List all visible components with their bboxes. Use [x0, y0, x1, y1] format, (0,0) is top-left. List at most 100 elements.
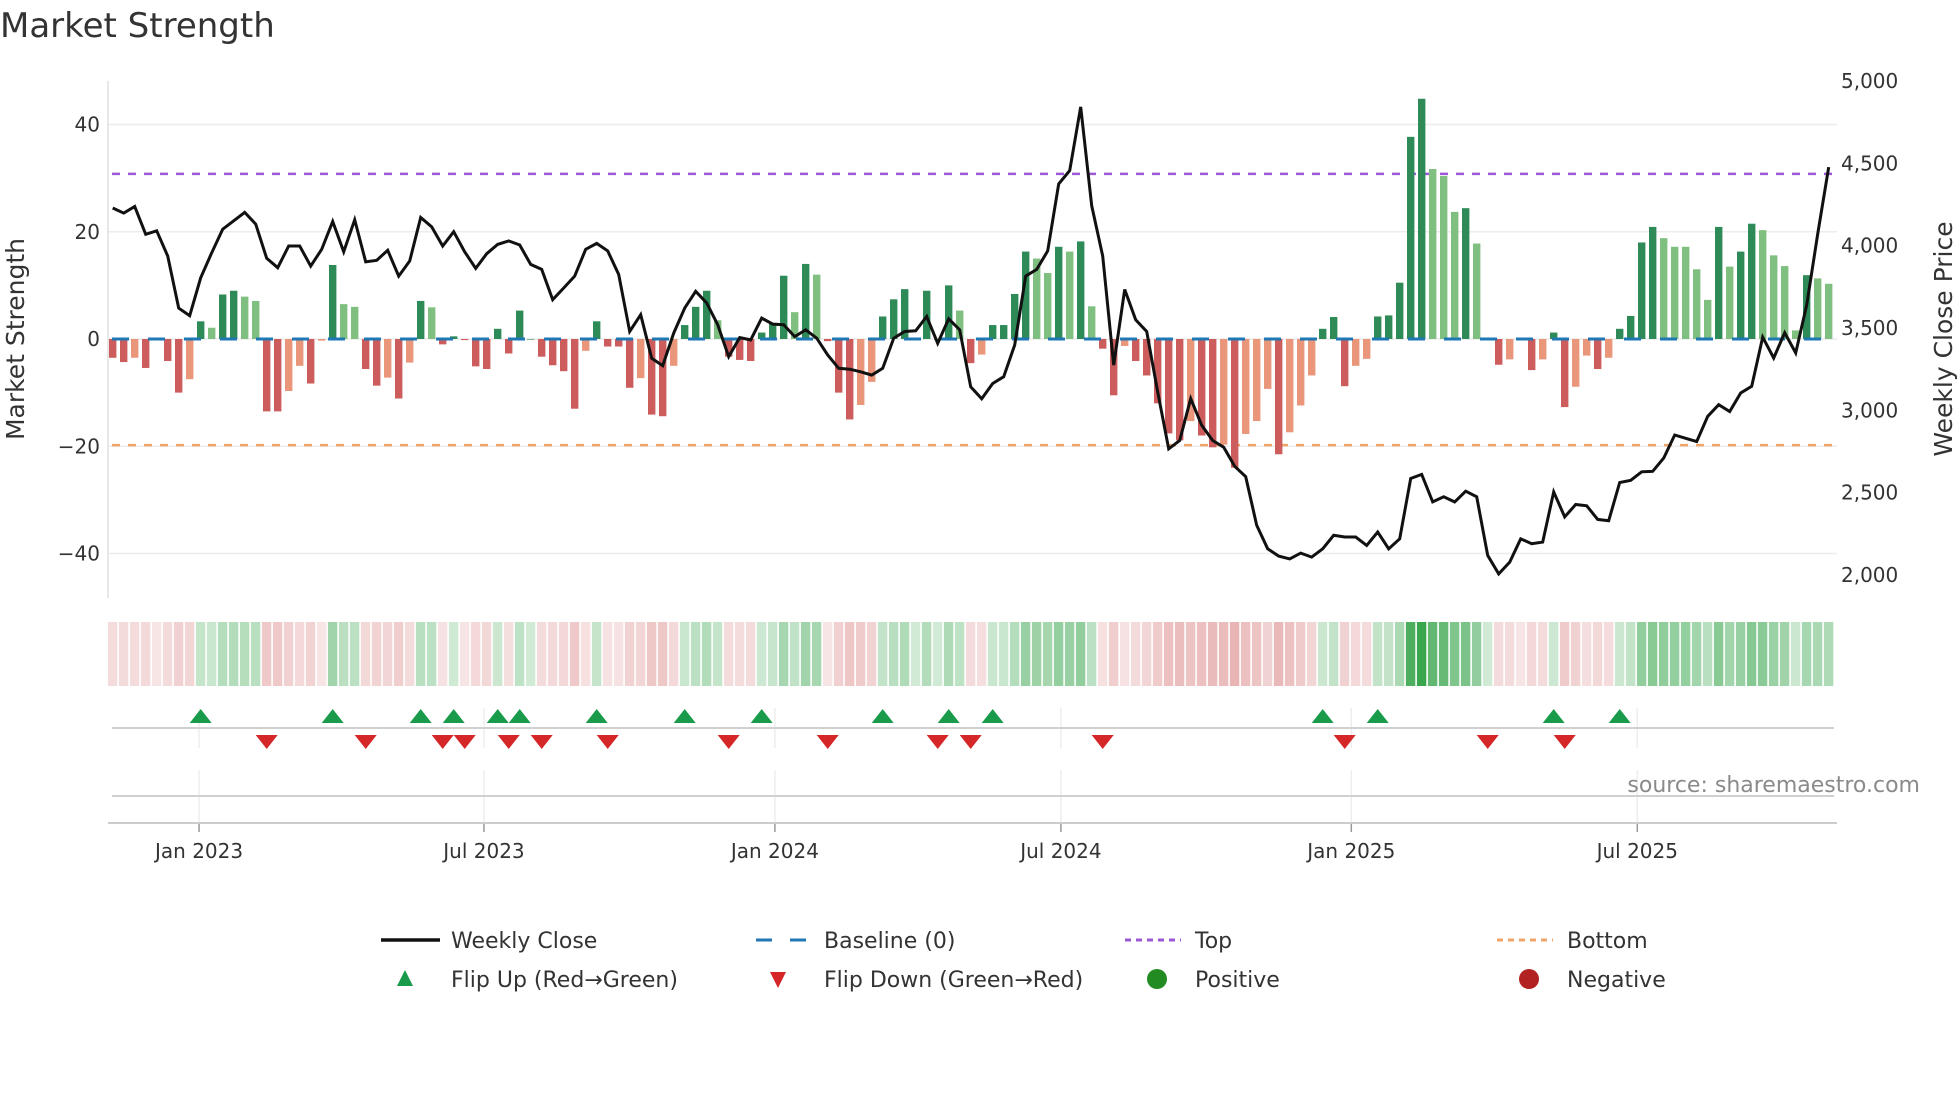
strength-bar	[1319, 328, 1327, 339]
strength-bar	[1231, 339, 1239, 468]
legend-item: Top	[1125, 929, 1232, 954]
strength-bar	[230, 290, 238, 339]
legend-item: Flip Up (Red→Green)	[397, 968, 678, 993]
heatmap-cell	[1702, 622, 1713, 686]
strength-bar	[472, 339, 480, 367]
heatmap-cell	[1658, 622, 1669, 686]
heatmap-cell	[1482, 622, 1493, 686]
heatmap-cell	[305, 622, 316, 686]
heatmap-cell	[877, 622, 888, 686]
legend-item: Positive	[1147, 968, 1280, 993]
heatmap-cell	[1592, 622, 1603, 686]
heatmap-cell	[1031, 622, 1042, 686]
heatmap-cell	[360, 622, 371, 686]
right-tick-label: 2,000	[1841, 563, 1898, 587]
strength-bar	[164, 339, 172, 361]
strength-bar	[945, 285, 953, 339]
strength-bar	[527, 339, 535, 340]
heatmap-cell	[470, 622, 481, 686]
legend-triangle-down-icon	[770, 972, 786, 988]
strength-bar	[681, 325, 689, 339]
strength-bar	[1209, 339, 1217, 448]
heatmap-cell	[1757, 622, 1768, 686]
heatmap-cell	[635, 622, 646, 686]
heatmap-cell	[1097, 622, 1108, 686]
heatmap-cell	[437, 622, 448, 686]
heatmap-cell	[998, 622, 1009, 686]
flip-up-marker	[321, 709, 344, 723]
strength-bar	[1418, 98, 1426, 339]
heatmap-cell	[723, 622, 734, 686]
heatmap-cell	[514, 622, 525, 686]
strength-bar	[692, 306, 700, 339]
heatmap-cell	[1768, 622, 1779, 686]
strength-bar	[208, 327, 216, 339]
heatmap-cell	[1493, 622, 1504, 686]
strength-bar	[318, 339, 326, 341]
strength-bar	[131, 339, 139, 358]
heatmap-cell	[492, 622, 503, 686]
heatmap-cell	[283, 622, 294, 686]
heatmap-cell	[1427, 622, 1438, 686]
heatmap-cell	[1009, 622, 1020, 686]
source-label: source: sharemaestro.com	[1627, 773, 1920, 798]
legend-label: Weekly Close	[451, 929, 597, 954]
x-tick-label: Jan 2023	[153, 839, 243, 863]
heatmap-cell	[899, 622, 910, 686]
strength-bar	[384, 339, 392, 378]
left-tick-label: 20	[75, 220, 100, 244]
legend-label: Positive	[1195, 968, 1280, 993]
heatmap-cell	[1075, 622, 1086, 686]
flip-down-marker	[717, 735, 740, 749]
heatmap-cell	[503, 622, 514, 686]
heatmap-cell	[954, 622, 965, 686]
strength-bar	[285, 339, 293, 392]
heatmap-cell	[1581, 622, 1592, 686]
heatmap-cell	[1317, 622, 1328, 686]
heatmap-cell	[195, 622, 206, 686]
heatmap-cell	[1306, 622, 1317, 686]
strength-bar	[307, 339, 315, 384]
strength-bar	[1781, 266, 1789, 339]
flip-up-marker	[673, 709, 696, 723]
heatmap-cell	[239, 622, 250, 686]
heatmap-cell	[1394, 622, 1405, 686]
strength-bar	[263, 339, 271, 412]
flip-down-marker	[497, 735, 520, 749]
heatmap-cell	[767, 622, 778, 686]
left-axis-title: Market Strength	[1, 238, 30, 440]
right-tick-label: 5,000	[1841, 69, 1898, 93]
heatmap-cell	[1515, 622, 1526, 686]
heatmap-cell	[1603, 622, 1614, 686]
strength-bar	[1088, 306, 1096, 339]
heatmap-cell	[910, 622, 921, 686]
heatmap-cell	[547, 622, 558, 686]
heatmap-cell	[217, 622, 228, 686]
flip-up-marker	[585, 709, 608, 723]
heatmap-cell	[1020, 622, 1031, 686]
heatmap-cell	[1240, 622, 1251, 686]
heatmap-cell	[1152, 622, 1163, 686]
left-tick-label: −40	[58, 542, 100, 566]
heatmap-cell	[1625, 622, 1636, 686]
strength-bar	[1220, 339, 1228, 445]
strength-bar	[373, 339, 381, 386]
x-tick-label: Jan 2025	[1305, 839, 1395, 863]
right-tick-label: 3,000	[1841, 398, 1898, 422]
heatmap-cell	[1537, 622, 1548, 686]
heatmap-cell	[800, 622, 811, 686]
heatmap-cell	[1559, 622, 1570, 686]
strength-bar	[252, 300, 260, 339]
heatmap-cell	[569, 622, 580, 686]
heatmap-cell	[679, 622, 690, 686]
heatmap-cell	[1416, 622, 1427, 686]
strength-bar	[351, 306, 359, 339]
strength-bar	[1528, 339, 1536, 371]
heatmap-cell	[701, 622, 712, 686]
heatmap-cell	[811, 622, 822, 686]
strength-bar	[637, 339, 645, 379]
flip-down-marker	[453, 735, 476, 749]
flip-down-marker	[596, 735, 619, 749]
strength-bar	[175, 339, 183, 393]
heatmap-cell	[591, 622, 602, 686]
